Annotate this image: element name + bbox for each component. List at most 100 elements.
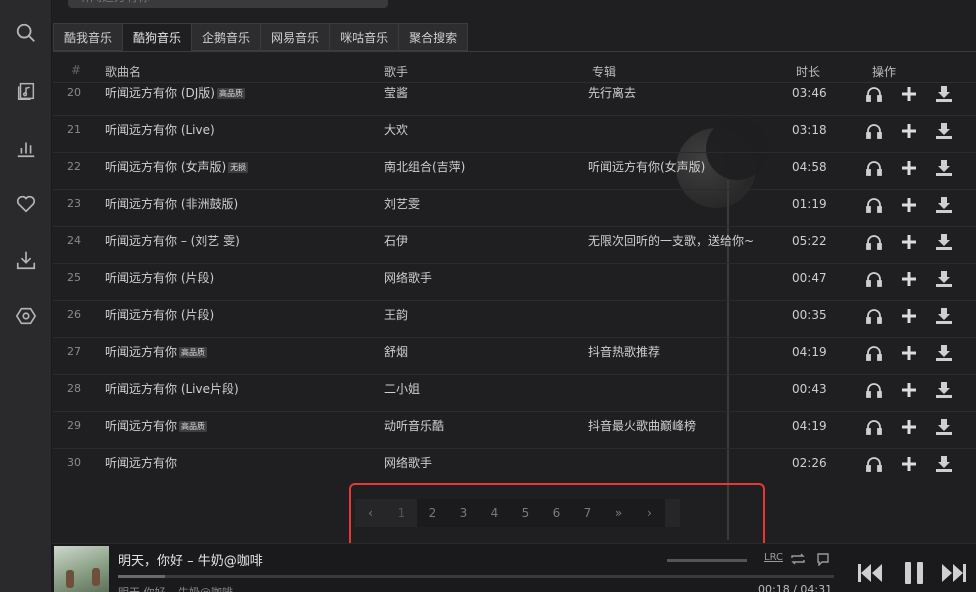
add-icon[interactable] — [900, 381, 918, 399]
song-title[interactable]: 听闻远方有你 (Live) — [105, 116, 215, 152]
sidebar-chart-button[interactable] — [0, 126, 52, 170]
table-row[interactable]: 24 听闻远方有你 – (刘艺 雯) 石伊 无限次回听的一支歌，送给你~ 05:22 — [53, 227, 976, 264]
download-icon[interactable] — [935, 159, 953, 177]
add-icon[interactable] — [900, 85, 918, 103]
comment-button[interactable] — [815, 552, 831, 569]
progress-bar[interactable] — [118, 575, 834, 578]
song-artist[interactable]: 王韵 — [384, 301, 408, 337]
download-icon[interactable] — [935, 418, 953, 436]
add-icon[interactable] — [900, 196, 918, 214]
song-album[interactable]: 抖音热歌推荐 — [588, 338, 660, 374]
song-artist[interactable]: 二小姐 — [384, 375, 420, 411]
song-artist[interactable]: 舒烟 — [384, 338, 408, 374]
download-icon[interactable] — [935, 270, 953, 288]
song-artist[interactable]: 刘艺雯 — [384, 190, 420, 226]
page-button[interactable]: 2 — [417, 499, 448, 527]
download-icon[interactable] — [935, 455, 953, 473]
song-album[interactable]: 先行离去 — [588, 82, 636, 115]
add-icon[interactable] — [900, 455, 918, 473]
lyrics-button[interactable]: LRC — [764, 552, 783, 563]
search-bar[interactable] — [68, 0, 388, 8]
table-row[interactable]: 27 听闻远方有你 高品质 舒烟 抖音热歌推荐 04:19 — [53, 338, 976, 375]
sidebar-playlist-button[interactable] — [0, 69, 52, 113]
add-icon[interactable] — [900, 418, 918, 436]
sidebar-download-button[interactable] — [0, 238, 52, 282]
tab-kuwo[interactable]: 酷我音乐 — [53, 23, 123, 51]
add-icon[interactable] — [900, 344, 918, 362]
page-button[interactable]: 7 — [572, 499, 603, 527]
add-icon[interactable] — [900, 233, 918, 251]
listen-icon[interactable] — [865, 233, 883, 251]
table-row[interactable]: 20 听闻远方有你 (DJ版) 高品质 莹酱 先行离去 03:46 — [53, 82, 976, 116]
listen-icon[interactable] — [865, 381, 883, 399]
add-icon[interactable] — [900, 122, 918, 140]
table-row[interactable]: 28 听闻远方有你 (Live片段) 二小姐 00:43 — [53, 375, 976, 412]
listen-icon[interactable] — [865, 159, 883, 177]
table-row[interactable]: 26 听闻远方有你 (片段) 王韵 00:35 — [53, 301, 976, 338]
tab-qq[interactable]: 企鹅音乐 — [191, 23, 261, 51]
sidebar-settings-button[interactable] — [0, 294, 52, 338]
download-icon[interactable] — [935, 344, 953, 362]
add-icon[interactable] — [900, 307, 918, 325]
song-album[interactable]: 无限次回听的一支歌，送给你~ — [588, 227, 754, 263]
song-title[interactable]: 听闻远方有你 (女声版) 无损 — [105, 153, 249, 189]
page-button[interactable]: 1 — [386, 499, 417, 527]
table-row[interactable]: 21 听闻远方有你 (Live) 大欢 03:18 — [53, 116, 976, 153]
song-artist[interactable]: 动听音乐酷 — [384, 412, 444, 448]
table-row[interactable]: 23 听闻远方有你 (非洲鼓版) 刘艺雯 01:19 — [53, 190, 976, 227]
page-button[interactable]: 4 — [479, 499, 510, 527]
song-title[interactable]: 听闻远方有你 高品质 — [105, 338, 208, 374]
sidebar-search-button[interactable] — [0, 11, 52, 55]
song-artist[interactable]: 网络歌手 — [384, 264, 432, 300]
song-album[interactable]: 听闻远方有你(女声版) — [588, 153, 705, 189]
listen-icon[interactable] — [865, 85, 883, 103]
add-icon[interactable] — [900, 159, 918, 177]
song-artist[interactable]: 网络歌手 — [384, 449, 432, 485]
page-button[interactable]: 3 — [448, 499, 479, 527]
download-icon[interactable] — [935, 85, 953, 103]
previous-button[interactable] — [856, 560, 884, 589]
repeat-button[interactable] — [790, 552, 806, 569]
song-title[interactable]: 听闻远方有你 (片段) — [105, 301, 214, 337]
page-prev-button[interactable]: ‹ — [355, 499, 386, 527]
song-title[interactable]: 听闻远方有你 (DJ版) 高品质 — [105, 82, 245, 115]
next-button[interactable] — [940, 560, 968, 589]
page-next-button[interactable]: › — [634, 499, 665, 527]
listen-icon[interactable] — [865, 196, 883, 214]
download-icon[interactable] — [935, 196, 953, 214]
tab-aggregate[interactable]: 聚合搜索 — [398, 23, 469, 51]
song-title[interactable]: 听闻远方有你 – (刘艺 雯) — [105, 227, 240, 263]
listen-icon[interactable] — [865, 270, 883, 288]
page-button[interactable]: 6 — [541, 499, 572, 527]
song-artist[interactable]: 大欢 — [384, 116, 408, 152]
album-cover[interactable] — [54, 546, 109, 592]
listen-icon[interactable] — [865, 122, 883, 140]
download-icon[interactable] — [935, 307, 953, 325]
page-button[interactable]: 5 — [510, 499, 541, 527]
sidebar-favorite-button[interactable] — [0, 182, 52, 226]
song-artist[interactable]: 莹酱 — [384, 82, 408, 115]
song-title[interactable]: 听闻远方有你 — [105, 449, 177, 485]
search-input[interactable] — [68, 0, 388, 8]
song-title[interactable]: 听闻远方有你 (非洲鼓版) — [105, 190, 238, 226]
song-album[interactable]: 抖音最火歌曲巅峰榜 — [588, 412, 696, 448]
tab-kugou[interactable]: 酷狗音乐 — [122, 23, 192, 51]
page-more-button[interactable]: » — [603, 499, 634, 527]
add-icon[interactable] — [900, 270, 918, 288]
table-row[interactable]: 25 听闻远方有你 (片段) 网络歌手 00:47 — [53, 264, 976, 301]
table-row[interactable]: 29 听闻远方有你 高品质 动听音乐酷 抖音最火歌曲巅峰榜 04:19 — [53, 412, 976, 449]
volume-slider[interactable] — [667, 559, 747, 562]
listen-icon[interactable] — [865, 418, 883, 436]
listen-icon[interactable] — [865, 344, 883, 362]
tab-netease[interactable]: 网易音乐 — [260, 23, 330, 51]
table-row[interactable]: 30 听闻远方有你 网络歌手 02:26 — [53, 449, 976, 485]
download-icon[interactable] — [935, 381, 953, 399]
tab-migu[interactable]: 咪咕音乐 — [329, 23, 399, 51]
listen-icon[interactable] — [865, 455, 883, 473]
song-title[interactable]: 听闻远方有你 (Live片段) — [105, 375, 239, 411]
pause-button[interactable] — [900, 560, 928, 589]
download-icon[interactable] — [935, 233, 953, 251]
song-title[interactable]: 听闻远方有你 (片段) — [105, 264, 214, 300]
song-title[interactable]: 听闻远方有你 高品质 — [105, 412, 208, 448]
download-icon[interactable] — [935, 122, 953, 140]
